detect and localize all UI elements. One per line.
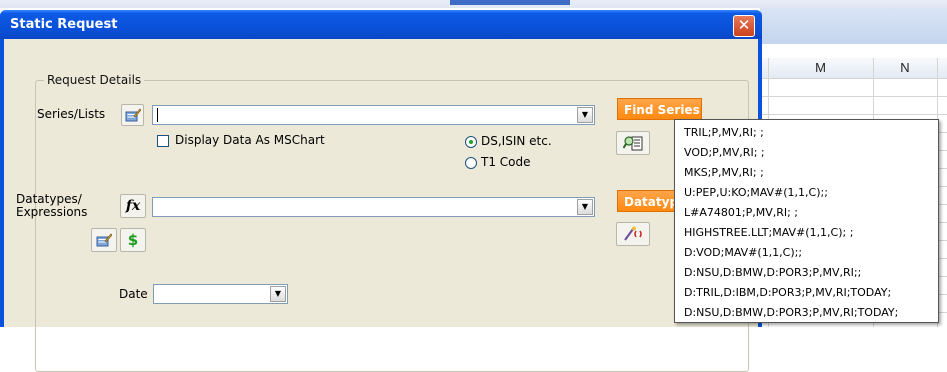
radio-ds-isin[interactable] xyxy=(465,136,477,148)
series-lists-combo[interactable]: ▼ xyxy=(152,105,595,125)
display-mschart-label: Display Data As MSChart xyxy=(175,133,325,147)
datatypes-label-line2: Expressions xyxy=(16,205,88,219)
chevron-down-icon[interactable]: ▼ xyxy=(270,286,286,302)
list-item[interactable]: HIGHSTREE.LLT;MAV#(1,1,C); ; xyxy=(684,223,853,243)
request-history-popup: TRIL;P,MV,RI; ; VOD;P,MV,RI; ; MKS;P,MV,… xyxy=(674,119,939,323)
list-item[interactable]: D:VOD;MAV#(1,1,C);; xyxy=(684,243,802,263)
list-item[interactable]: MKS;P,MV,RI; ; xyxy=(684,163,764,183)
column-header-m[interactable]: M xyxy=(768,58,874,78)
close-button[interactable]: ✕ xyxy=(733,15,755,37)
list-item[interactable]: U:PEP,U:KO;MAV#(1,1,C);; xyxy=(684,183,828,203)
edit-list-icon xyxy=(125,108,141,122)
static-request-dialog: Static Request ✕ Request Details Series/… xyxy=(0,10,762,372)
find-series-button[interactable]: Find Series xyxy=(617,98,702,120)
datatypes-label-line1: Datatypes/ xyxy=(16,192,82,206)
wand-brackets-icon xyxy=(624,226,642,241)
list-item[interactable]: TRIL;P,MV,RI; ; xyxy=(684,123,764,143)
list-item[interactable]: L#A74801;P,MV,RI; ; xyxy=(684,203,798,223)
magnifier-book-icon xyxy=(623,136,643,151)
series-lists-label: Series/Lists xyxy=(37,107,106,121)
dialog-title: Static Request xyxy=(10,17,118,32)
chevron-down-icon[interactable]: ▼ xyxy=(577,107,593,123)
list-item[interactable]: D:TRIL,D:IBM,D:POR3;P,MV,RI;TODAY; xyxy=(684,283,891,303)
column-header-row: M N xyxy=(760,58,947,79)
list-item[interactable]: VOD;P,MV,RI; ; xyxy=(684,143,765,163)
dollar-icon: $ xyxy=(127,231,139,249)
series-picker-button[interactable] xyxy=(121,104,144,126)
datatype-lookup-button[interactable] xyxy=(616,222,650,246)
dialog-client-area: Request Details Series/Lists ▼ Display D… xyxy=(4,39,758,372)
date-label: Date xyxy=(119,287,148,301)
expression-builder-button[interactable]: fx xyxy=(120,194,146,218)
close-icon: ✕ xyxy=(737,16,751,34)
lookup-button[interactable] xyxy=(616,131,650,155)
dialog-titlebar[interactable]: Static Request ✕ xyxy=(0,10,762,39)
display-mschart-checkbox[interactable] xyxy=(157,135,169,147)
datatype-list-button[interactable] xyxy=(91,228,117,252)
edit-list-icon xyxy=(96,233,112,247)
chevron-down-icon[interactable]: ▼ xyxy=(577,199,593,215)
radio-t1-code[interactable] xyxy=(465,157,477,169)
text-caret xyxy=(157,108,158,122)
date-combo[interactable]: ▼ xyxy=(153,284,288,304)
currency-button[interactable]: $ xyxy=(120,228,146,252)
request-details-label: Request Details xyxy=(44,73,145,87)
radio-ds-isin-label: DS,ISIN etc. xyxy=(481,134,552,148)
datatypes-combo[interactable]: ▼ xyxy=(152,197,595,217)
radio-t1-code-label: T1 Code xyxy=(481,155,531,169)
list-item[interactable]: D:NSU,D:BMW,D:POR3;P,MV,RI;; xyxy=(684,263,861,283)
column-header-n[interactable]: N xyxy=(873,58,938,78)
list-item[interactable]: D:NSU,D:BMW,D:POR3;P,MV,RI;TODAY; xyxy=(684,303,898,323)
fx-icon: fx xyxy=(125,198,141,214)
spreadsheet-selection-bar xyxy=(450,0,570,5)
spreadsheet-ribbon-band xyxy=(760,8,947,44)
